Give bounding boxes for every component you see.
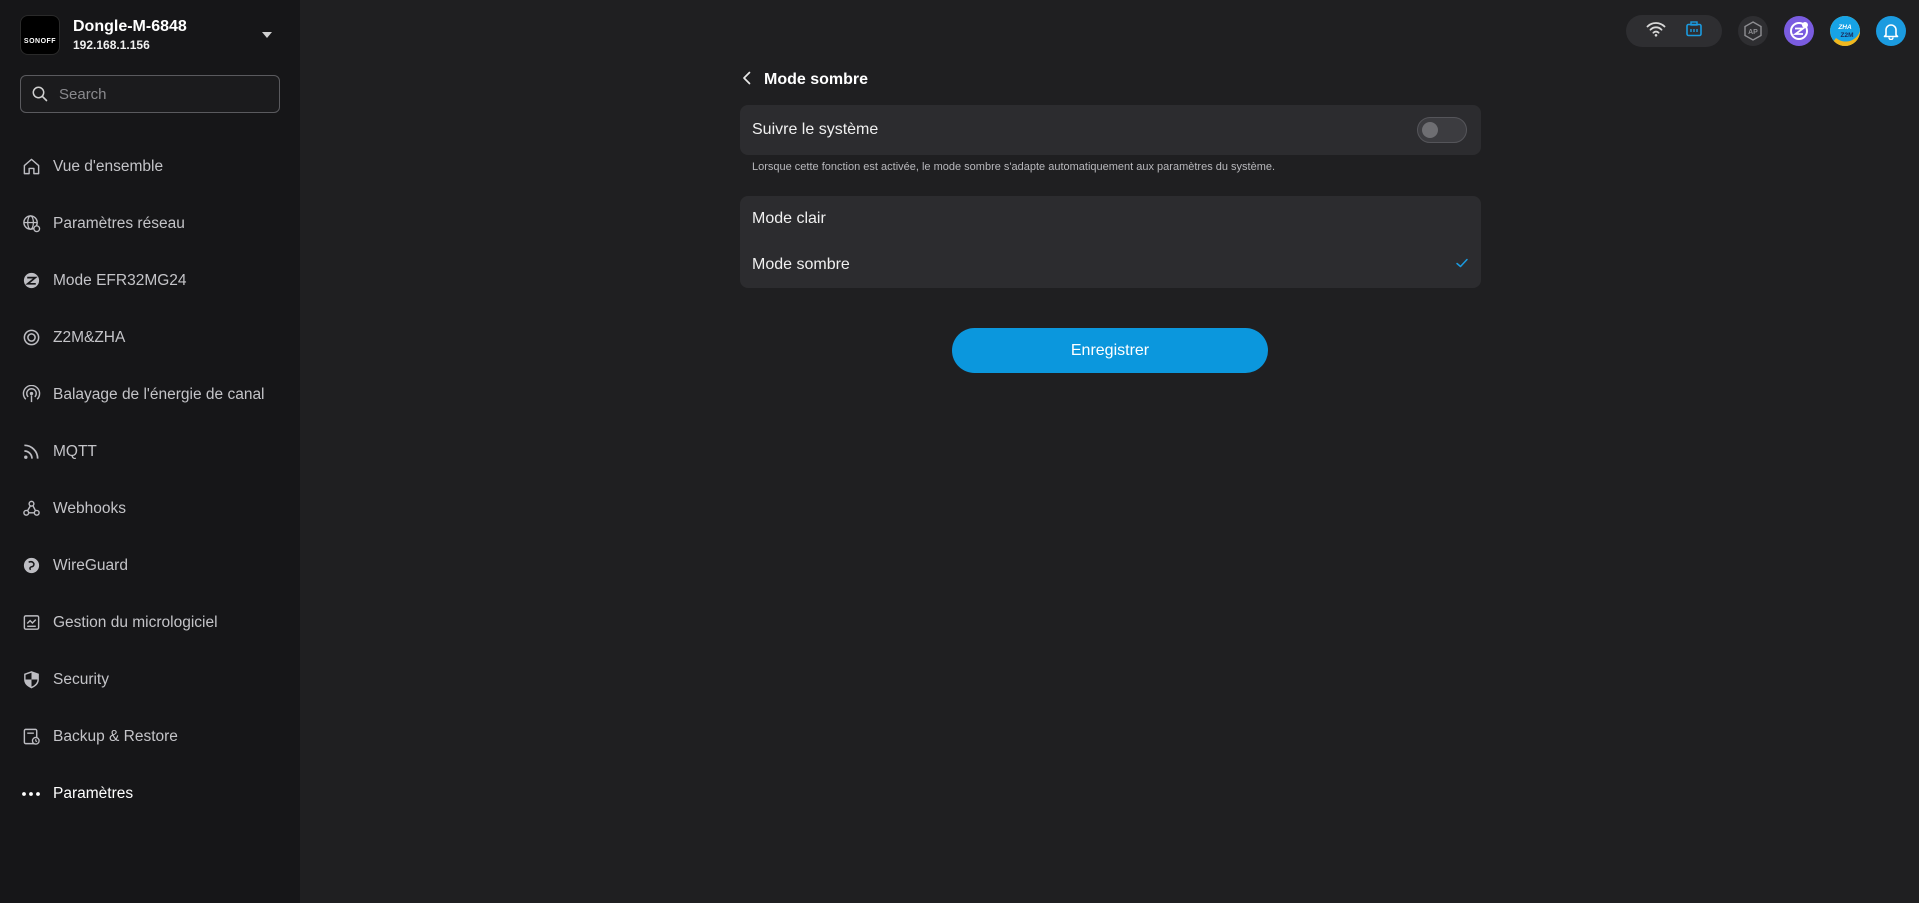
sidebar-item-label: Mode EFR32MG24	[53, 271, 187, 289]
sidebar-item-label: Paramètres réseau	[53, 214, 185, 232]
sidebar-item-webhooks[interactable]: Webhooks	[0, 480, 300, 537]
check-icon	[1455, 256, 1469, 274]
sidebar-item-z2m-zha[interactable]: Z2M&ZHA	[0, 309, 300, 366]
sidebar-item-label: Z2M&ZHA	[53, 328, 126, 346]
webhook-icon	[21, 499, 41, 519]
search-icon	[32, 86, 48, 102]
z2m-label: Z2M	[1841, 32, 1854, 39]
sidebar-item-label: Paramètres	[53, 784, 134, 802]
device-info: Dongle-M-6848 192.168.1.156	[73, 17, 262, 53]
device-name: Dongle-M-6848	[73, 18, 187, 35]
ap-label: AP	[1748, 29, 1758, 36]
more-dots-icon	[21, 784, 41, 804]
toggle-knob	[1422, 122, 1438, 138]
sidebar-item-label: Gestion du micrologiciel	[53, 613, 218, 631]
wireguard-icon	[21, 556, 41, 576]
save-button[interactable]: Enregistrer	[952, 328, 1268, 373]
page-header: Mode sombre	[740, 68, 868, 92]
sidebar-item-security[interactable]: Security	[0, 651, 300, 708]
sidebar-item-overview[interactable]: Vue d'ensemble	[0, 138, 300, 195]
search-box	[20, 75, 280, 113]
follow-system-label: Suivre le système	[752, 121, 879, 138]
zigbee-icon	[21, 271, 41, 291]
sidebar-item-energy-scan[interactable]: Balayage de l'énergie de canal	[0, 366, 300, 423]
home-icon	[21, 157, 41, 177]
rss-icon	[21, 442, 41, 462]
sidebar-item-label: Balayage de l'énergie de canal	[53, 385, 265, 403]
page-title: Mode sombre	[764, 71, 869, 88]
sidebar-nav: Vue d'ensemble Paramètres réseau Mode EF…	[0, 138, 300, 822]
bell-icon[interactable]	[1876, 16, 1906, 46]
option-mode-sombre[interactable]: Mode sombre	[740, 242, 1481, 288]
device-ip: 192.168.1.156	[73, 38, 150, 52]
sidebar-item-wireguard[interactable]: WireGuard	[0, 537, 300, 594]
sidebar-item-label: WireGuard	[53, 556, 128, 574]
sonoff-logo: SONOFF	[20, 15, 60, 55]
ap-mode-icon[interactable]: AP	[1738, 16, 1768, 46]
option-label: Mode sombre	[752, 256, 850, 273]
sidebar-item-network[interactable]: Paramètres réseau	[0, 195, 300, 252]
globe-network-icon	[21, 214, 41, 234]
shield-icon	[21, 670, 41, 690]
ethernet-icon[interactable]	[1685, 20, 1703, 43]
zha-label: ZHA	[1837, 24, 1852, 31]
sidebar-item-firmware[interactable]: Gestion du micrologiciel	[0, 594, 300, 651]
sidebar: SONOFF Dongle-M-6848 192.168.1.156 Vue d…	[0, 0, 300, 903]
zigbee-status-icon[interactable]	[1784, 16, 1814, 46]
sidebar-item-label: Security	[53, 670, 109, 688]
sidebar-item-efr32[interactable]: Mode EFR32MG24	[0, 252, 300, 309]
zha-z2m-icon[interactable]: ZHA Z2M	[1830, 16, 1860, 46]
chevron-left-icon[interactable]	[740, 70, 754, 91]
connection-status-pill	[1626, 15, 1722, 47]
follow-system-row: Suivre le système	[740, 105, 1481, 155]
follow-system-hint: Lorsque cette fonction est activée, le m…	[752, 161, 1276, 173]
option-label: Mode clair	[752, 210, 826, 227]
device-selector[interactable]: SONOFF Dongle-M-6848 192.168.1.156	[20, 14, 280, 56]
wifi-icon[interactable]	[1646, 21, 1666, 42]
sidebar-item-settings[interactable]: Paramètres	[0, 765, 300, 822]
firmware-icon	[21, 613, 41, 633]
sidebar-item-label: Vue d'ensemble	[53, 157, 164, 175]
chevron-down-icon[interactable]	[262, 32, 272, 38]
sidebar-item-backup[interactable]: Backup & Restore	[0, 708, 300, 765]
search-input[interactable]	[59, 85, 259, 103]
sidebar-item-label: MQTT	[53, 442, 97, 460]
sidebar-item-mqtt[interactable]: MQTT	[0, 423, 300, 480]
theme-options-list: Mode clair Mode sombre	[740, 196, 1481, 288]
backup-icon	[21, 727, 41, 747]
option-mode-clair[interactable]: Mode clair	[740, 196, 1481, 242]
sidebar-item-label: Webhooks	[53, 499, 126, 517]
ring-icon	[21, 328, 41, 348]
sidebar-item-label: Backup & Restore	[53, 727, 178, 745]
signal-broadcast-icon	[21, 385, 41, 405]
logo-text: SONOFF	[23, 38, 57, 45]
follow-system-toggle[interactable]	[1417, 117, 1467, 143]
